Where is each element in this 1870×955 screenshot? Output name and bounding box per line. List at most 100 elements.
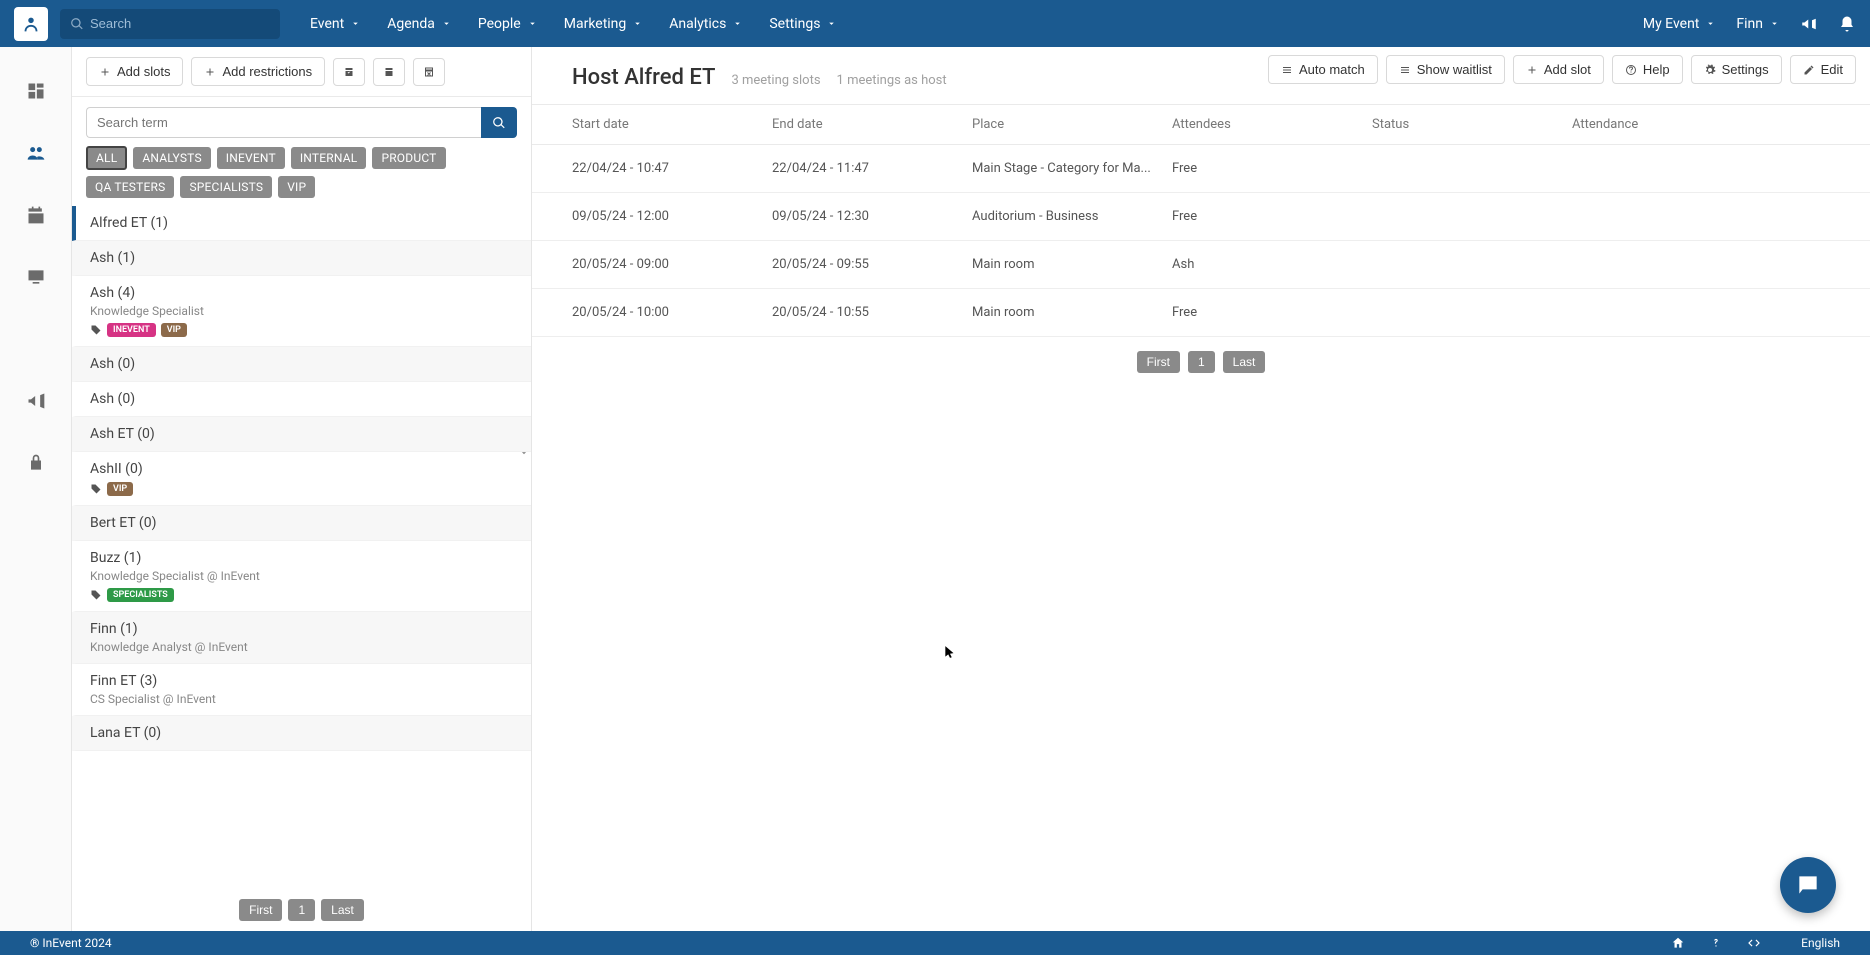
megaphone-icon[interactable] <box>1800 15 1818 33</box>
global-search-input[interactable] <box>60 9 280 39</box>
nav-event[interactable]: Event <box>310 16 361 32</box>
table-row[interactable]: 22/04/24 - 10:4722/04/24 - 11:47Main Sta… <box>532 145 1870 193</box>
pager-first-button[interactable]: First <box>1137 351 1180 373</box>
filter-chip[interactable]: INEVENT <box>217 147 285 169</box>
person-item[interactable]: Ash (0) <box>72 382 531 417</box>
table-row[interactable]: 20/05/24 - 10:0020/05/24 - 10:55Main roo… <box>532 289 1870 337</box>
people-list[interactable]: Alfred ET (1)Ash (1)Ash (4)Knowledge Spe… <box>72 206 531 889</box>
rail-monitor[interactable] <box>18 263 54 291</box>
person-subtitle: Knowledge Analyst @ InEvent <box>90 640 517 654</box>
tag-pill: INEVENT <box>107 323 156 337</box>
filter-chip[interactable]: PRODUCT <box>372 147 445 169</box>
rail-calendar[interactable] <box>18 201 54 229</box>
left-toolbar: Add slots Add restrictions <box>72 47 531 97</box>
person-name: Ash (0) <box>90 356 517 372</box>
table-row[interactable]: 20/05/24 - 09:0020/05/24 - 09:55Main roo… <box>532 241 1870 289</box>
add-slot-label: Add slot <box>1544 62 1591 77</box>
calendar-check-button[interactable] <box>333 58 365 86</box>
nav-analytics[interactable]: Analytics <box>669 16 743 32</box>
calendar-icon <box>383 66 395 78</box>
show-waitlist-button[interactable]: Show waitlist <box>1386 55 1505 84</box>
person-item[interactable]: Buzz (1)Knowledge Specialist @ InEventSP… <box>72 541 531 612</box>
edit-icon <box>1803 64 1815 76</box>
auto-match-button[interactable]: Auto match <box>1268 55 1378 84</box>
person-item[interactable]: Ash (0) <box>72 347 531 382</box>
filter-chip[interactable]: ANALYSTS <box>133 147 210 169</box>
cell-attendees: Free <box>1172 209 1372 224</box>
calendar-x-button[interactable] <box>413 58 445 86</box>
language-selector[interactable]: English <box>1801 936 1840 950</box>
search-icon <box>492 116 506 130</box>
person-item[interactable]: Finn ET (3)CS Specialist @ InEvent <box>72 664 531 716</box>
person-item[interactable]: AshII (0)VIP <box>72 452 531 506</box>
bell-icon[interactable] <box>1838 15 1856 33</box>
top-navbar: Event Agenda People Marketing Analytics Setti… <box>0 0 1870 47</box>
person-item[interactable]: Ash ET (0) <box>72 417 531 452</box>
left-pagination: First 1 Last <box>72 889 531 931</box>
settings-button[interactable]: Settings <box>1691 55 1782 84</box>
auto-match-label: Auto match <box>1299 62 1365 77</box>
person-item[interactable]: Bert ET (0) <box>72 506 531 541</box>
person-item[interactable]: Finn (1)Knowledge Analyst @ InEvent <box>72 612 531 664</box>
filter-chip[interactable]: SPECIALISTS <box>180 176 272 198</box>
home-icon[interactable] <box>1671 936 1685 950</box>
pager-last-button[interactable]: Last <box>321 899 364 921</box>
filter-chip[interactable]: ALL <box>86 146 127 170</box>
filter-chip[interactable]: QA TESTERS <box>86 176 174 198</box>
scroll-down-icon[interactable] <box>519 447 529 462</box>
rail-security[interactable] <box>18 449 54 477</box>
brand-logo[interactable] <box>14 7 48 41</box>
person-item[interactable]: Alfred ET (1) <box>72 206 531 241</box>
user-menu[interactable]: Finn <box>1736 16 1780 32</box>
filter-chip[interactable]: INTERNAL <box>291 147 367 169</box>
cursor-pointer <box>943 643 957 665</box>
user-name: Finn <box>1736 16 1763 32</box>
edit-button[interactable]: Edit <box>1790 55 1856 84</box>
calendar-check-icon <box>343 66 355 78</box>
filter-chip[interactable]: VIP <box>278 176 315 198</box>
person-item[interactable]: Ash (4)Knowledge SpecialistINEVENTVIP <box>72 276 531 347</box>
pager-page-button[interactable]: 1 <box>288 899 315 921</box>
event-selector[interactable]: My Event <box>1643 16 1717 32</box>
left-search-input[interactable] <box>86 107 481 138</box>
slots-table: Start date End date Place Attendees Stat… <box>532 104 1870 337</box>
add-slots-button[interactable]: Add slots <box>86 57 183 86</box>
pager-first-button[interactable]: First <box>239 899 282 921</box>
pager-last-button[interactable]: Last <box>1223 351 1266 373</box>
nav-agenda[interactable]: Agenda <box>387 16 452 32</box>
add-restrictions-button[interactable]: Add restrictions <box>191 57 325 86</box>
nav-marketing[interactable]: Marketing <box>564 16 644 32</box>
table-row[interactable]: 09/05/24 - 12:0009/05/24 - 12:30Auditori… <box>532 193 1870 241</box>
pager-page-button[interactable]: 1 <box>1188 351 1215 373</box>
nav-label: Marketing <box>564 16 627 32</box>
rail-people[interactable] <box>18 139 54 167</box>
edit-label: Edit <box>1821 62 1843 77</box>
question-icon[interactable] <box>1709 936 1723 950</box>
rail-dashboard[interactable] <box>18 77 54 105</box>
chevron-down-icon <box>732 18 743 29</box>
help-icon <box>1625 64 1637 76</box>
nav-settings[interactable]: Settings <box>769 16 837 32</box>
code-icon[interactable] <box>1747 936 1761 950</box>
nav-label: People <box>478 16 521 32</box>
list-icon <box>1281 64 1293 76</box>
cell-status <box>1372 161 1572 176</box>
cell-place: Main Stage - Category for Ma... <box>972 161 1172 176</box>
col-end-date: End date <box>772 117 972 132</box>
left-search-button[interactable] <box>481 107 517 138</box>
rail-marketing[interactable] <box>18 387 54 415</box>
calendar-button[interactable] <box>373 58 405 86</box>
plus-icon <box>99 66 111 78</box>
top-menus: Event Agenda People Marketing Analytics Setti… <box>310 16 837 32</box>
global-search-wrap <box>60 9 280 39</box>
add-restrictions-label: Add restrictions <box>222 64 312 79</box>
person-tags: VIP <box>90 482 517 496</box>
person-item[interactable]: Lana ET (0) <box>72 716 531 751</box>
nav-label: Analytics <box>669 16 726 32</box>
chat-launcher[interactable] <box>1780 857 1836 913</box>
add-slot-button[interactable]: Add slot <box>1513 55 1604 84</box>
nav-people[interactable]: People <box>478 16 538 32</box>
person-item[interactable]: Ash (1) <box>72 241 531 276</box>
footer-bar: ® InEvent 2024 English <box>0 931 1870 955</box>
help-button[interactable]: Help <box>1612 55 1683 84</box>
